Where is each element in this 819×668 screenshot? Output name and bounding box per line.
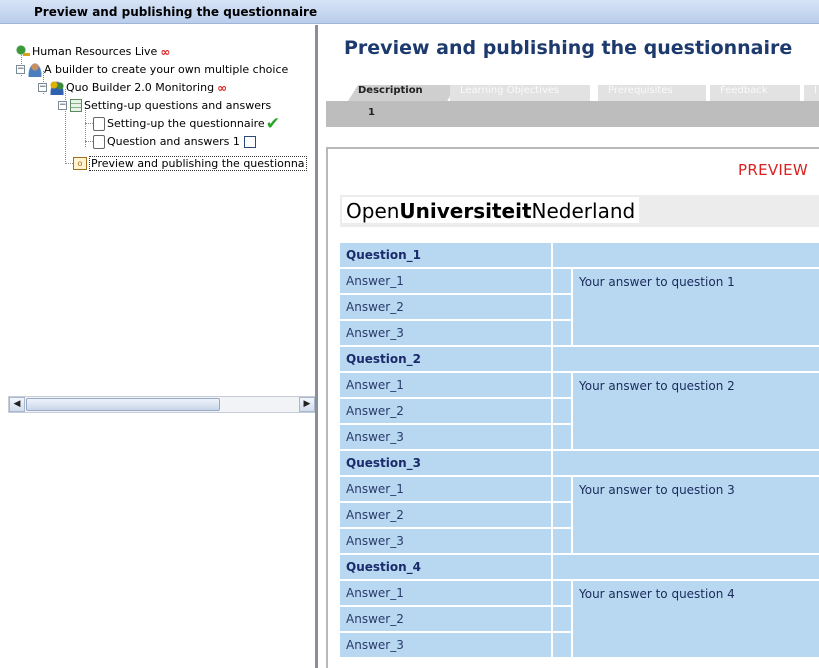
window-title-bar: Preview and publishing the questionnaire: [0, 0, 819, 24]
tree-item-setting-up-questions[interactable]: − Setting-up questions and answers: [58, 97, 271, 114]
answer-option[interactable]: Answer_1: [340, 581, 553, 607]
questionnaire-table: Question_1 Answer_1 Your answer to questio…: [340, 243, 819, 659]
tree-item-question-answers-1[interactable]: Question and answers 1: [93, 133, 256, 150]
answer-option[interactable]: Answer_1: [340, 373, 553, 399]
answer-option[interactable]: Answer_2: [340, 607, 553, 633]
answer-choice-cell[interactable]: [553, 321, 573, 347]
answer-option[interactable]: Answer_2: [340, 295, 553, 321]
answer-row: Answer_1 Your answer to question 4: [340, 581, 819, 659]
question-title: Question_4: [340, 555, 553, 581]
your-answer-field[interactable]: Your answer to question 4: [573, 581, 819, 659]
tab-learning-objectives[interactable]: Learning Objectives: [450, 85, 590, 101]
preview-icon: o: [73, 157, 87, 170]
tree-horizontal-scrollbar[interactable]: ◀ ▶: [8, 396, 316, 413]
page-title: Preview and publishing the questionnaire: [344, 37, 793, 59]
tree-item-label: Human Resources Live: [32, 45, 158, 58]
question-header-spacer: [553, 451, 819, 477]
tab-strip: Description Learning Objectives Prerequi…: [326, 81, 819, 101]
tree-item-label: Setting-up questions and answers: [84, 99, 272, 112]
tree-item-label: Question and answers 1: [107, 135, 240, 148]
tree-item-label: A builder to create your own multiple ch…: [44, 63, 289, 76]
scrollbar-thumb[interactable]: [26, 398, 220, 411]
answer-choice-cell[interactable]: [553, 607, 573, 633]
tree-connector: [65, 163, 73, 164]
question-row: Question_2: [340, 347, 819, 373]
answer-option[interactable]: Answer_2: [340, 503, 553, 529]
answer-option[interactable]: Answer_2: [340, 399, 553, 425]
tab-content-bar: 1: [326, 101, 819, 127]
scroll-right-arrow-icon[interactable]: ▶: [299, 397, 315, 412]
tab-prerequisites[interactable]: Prerequisites: [598, 85, 706, 101]
answer-option[interactable]: Answer_1: [340, 269, 553, 295]
tree-item-quo-builder[interactable]: − Quo Builder 2.0 Monitoring ∞: [38, 79, 227, 96]
answer-option[interactable]: Answer_3: [340, 529, 553, 555]
question-header-spacer: [553, 243, 819, 269]
preview-label: PREVIEW: [738, 161, 809, 179]
tree-item-preview-publishing[interactable]: o Preview and publishing the questionna: [73, 155, 307, 172]
question-title: Question_1: [340, 243, 553, 269]
answer-choice-cell[interactable]: [553, 503, 573, 529]
tab-feedback[interactable]: Feedback: [710, 85, 800, 101]
preview-frame: PREVIEW OpenUniversiteitNederland Questi…: [326, 147, 819, 668]
your-answer-field[interactable]: Your answer to question 3: [573, 477, 819, 555]
tree-item-label: Quo Builder 2.0 Monitoring: [66, 81, 215, 94]
question-header-spacer: [553, 347, 819, 373]
completion-checkbox[interactable]: [243, 135, 256, 148]
tree-connector: [85, 123, 93, 124]
collapse-icon[interactable]: −: [38, 83, 47, 92]
collapse-icon[interactable]: −: [58, 101, 67, 110]
your-answer-field[interactable]: Your answer to question 1: [573, 269, 819, 347]
answer-option[interactable]: Answer_1: [340, 477, 553, 503]
page-icon: [93, 116, 105, 131]
learner-icon: [28, 62, 42, 77]
window-title: Preview and publishing the questionnaire: [34, 5, 318, 19]
answer-row: Answer_1 Your answer to question 3: [340, 477, 819, 555]
answer-choice-cell[interactable]: [553, 295, 573, 321]
course-tree: Human Resources Live ∞ − A builder to cr…: [0, 25, 315, 668]
answer-choice-cell[interactable]: [553, 581, 573, 607]
tree-item-setting-up-questionnaire[interactable]: Setting-up the questionnaire ✔: [93, 115, 280, 132]
question-row: Question_4: [340, 555, 819, 581]
question-header-spacer: [553, 555, 819, 581]
answer-choice-cell[interactable]: [553, 425, 573, 451]
answer-choice-cell[interactable]: [553, 633, 573, 659]
content-pane: Preview and publishing the questionnaire…: [318, 25, 819, 668]
answer-option[interactable]: Answer_3: [340, 425, 553, 451]
answer-row: Answer_1 Your answer to question 2: [340, 373, 819, 451]
list-icon: [70, 99, 82, 112]
answer-choice-cell[interactable]: [553, 477, 573, 503]
tab-page-number: 1: [368, 107, 375, 118]
infinity-icon: ∞: [160, 44, 171, 59]
answer-option[interactable]: Answer_3: [340, 321, 553, 347]
question-row: Question_3: [340, 451, 819, 477]
infinity-icon: ∞: [217, 80, 228, 95]
page-icon: [93, 134, 105, 149]
tree-connector: [85, 141, 93, 142]
tree-item-label: Preview and publishing the questionna: [89, 156, 307, 171]
tree-item-human-resources[interactable]: Human Resources Live ∞: [16, 43, 170, 60]
question-title: Question_2: [340, 347, 553, 373]
check-icon: ✔: [265, 113, 280, 134]
answer-choice-cell[interactable]: [553, 529, 573, 555]
tab-description[interactable]: Description: [348, 85, 456, 101]
logo-bar: OpenUniversiteitNederland: [340, 195, 819, 227]
answer-choice-cell[interactable]: [553, 373, 573, 399]
answer-option[interactable]: Answer_3: [340, 633, 553, 659]
tree-item-builder[interactable]: − A builder to create your own multiple …: [16, 61, 288, 78]
tree-item-label: Setting-up the questionnaire: [107, 117, 265, 130]
scroll-left-arrow-icon[interactable]: ◀: [9, 397, 25, 412]
question-title: Question_3: [340, 451, 553, 477]
answer-choice-cell[interactable]: [553, 269, 573, 295]
your-answer-field[interactable]: Your answer to question 2: [573, 373, 819, 451]
answer-choice-cell[interactable]: [553, 399, 573, 425]
key-icon: [16, 44, 30, 59]
collapse-icon[interactable]: −: [16, 65, 25, 74]
tab-truncated[interactable]: I: [804, 85, 819, 101]
open-universiteit-logo: OpenUniversiteitNederland: [342, 197, 640, 223]
question-row: Question_1: [340, 243, 819, 269]
answer-row: Answer_1 Your answer to question 1: [340, 269, 819, 347]
group-icon: [50, 80, 64, 95]
